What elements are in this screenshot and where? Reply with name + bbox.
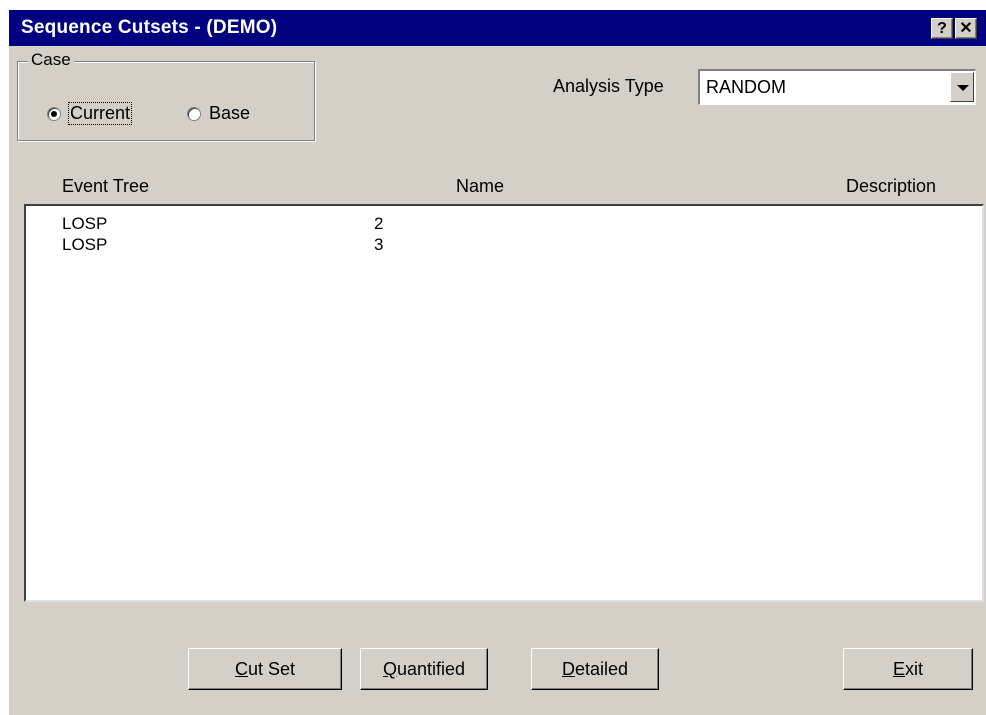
window-title: Sequence Cutsets - (DEMO) [21,17,278,38]
table-row[interactable]: LOSP 2 [26,214,982,234]
cell-name: 2 [374,214,384,233]
radio-current-label[interactable]: Current [67,102,133,125]
quantified-button[interactable]: Quantified [360,648,488,690]
close-icon: ✕ [959,20,973,37]
detailed-button[interactable]: Detailed [531,648,659,690]
table-row[interactable]: LOSP 3 [26,235,982,255]
column-header-event-tree[interactable]: Event Tree [62,176,149,197]
cell-event-tree: LOSP [62,214,108,233]
case-groupbox [17,61,315,141]
radio-base[interactable]: Base [187,103,250,124]
column-header-description[interactable]: Description [846,176,936,197]
exit-mnemonic: E [892,659,905,679]
title-bar[interactable]: Sequence Cutsets - (DEMO) ? ✕ [9,10,986,46]
quantified-mnemonic: Q [382,659,397,679]
radio-base-label[interactable]: Base [209,103,250,124]
help-button[interactable]: ? [931,18,953,39]
exit-label: xit [905,659,923,679]
cut-set-label: ut Set [247,659,296,679]
radio-current[interactable]: Current [47,102,133,125]
column-header-name[interactable]: Name [456,176,504,197]
radio-current-indicator[interactable] [47,106,61,121]
radio-base-indicator[interactable] [187,106,201,121]
case-group-label: Case [28,50,74,70]
sequence-list[interactable]: LOSP 2 LOSP 3 [24,204,984,602]
help-icon: ? [937,20,947,37]
cut-set-button[interactable]: Cut Set [188,648,342,690]
close-button[interactable]: ✕ [955,18,977,39]
detailed-label: etailed [574,659,629,679]
analysis-type-value[interactable]: RANDOM [706,77,786,98]
detailed-mnemonic: D [561,659,575,679]
analysis-type-label: Analysis Type [553,76,664,96]
chevron-down-icon[interactable] [950,72,974,102]
cut-set-mnemonic: C [234,659,248,679]
quantified-label: uantified [396,659,466,679]
analysis-type-select[interactable]: RANDOM [698,69,976,105]
cell-name: 3 [374,235,384,254]
cell-event-tree: LOSP [62,235,108,254]
exit-button[interactable]: Exit [843,648,973,690]
